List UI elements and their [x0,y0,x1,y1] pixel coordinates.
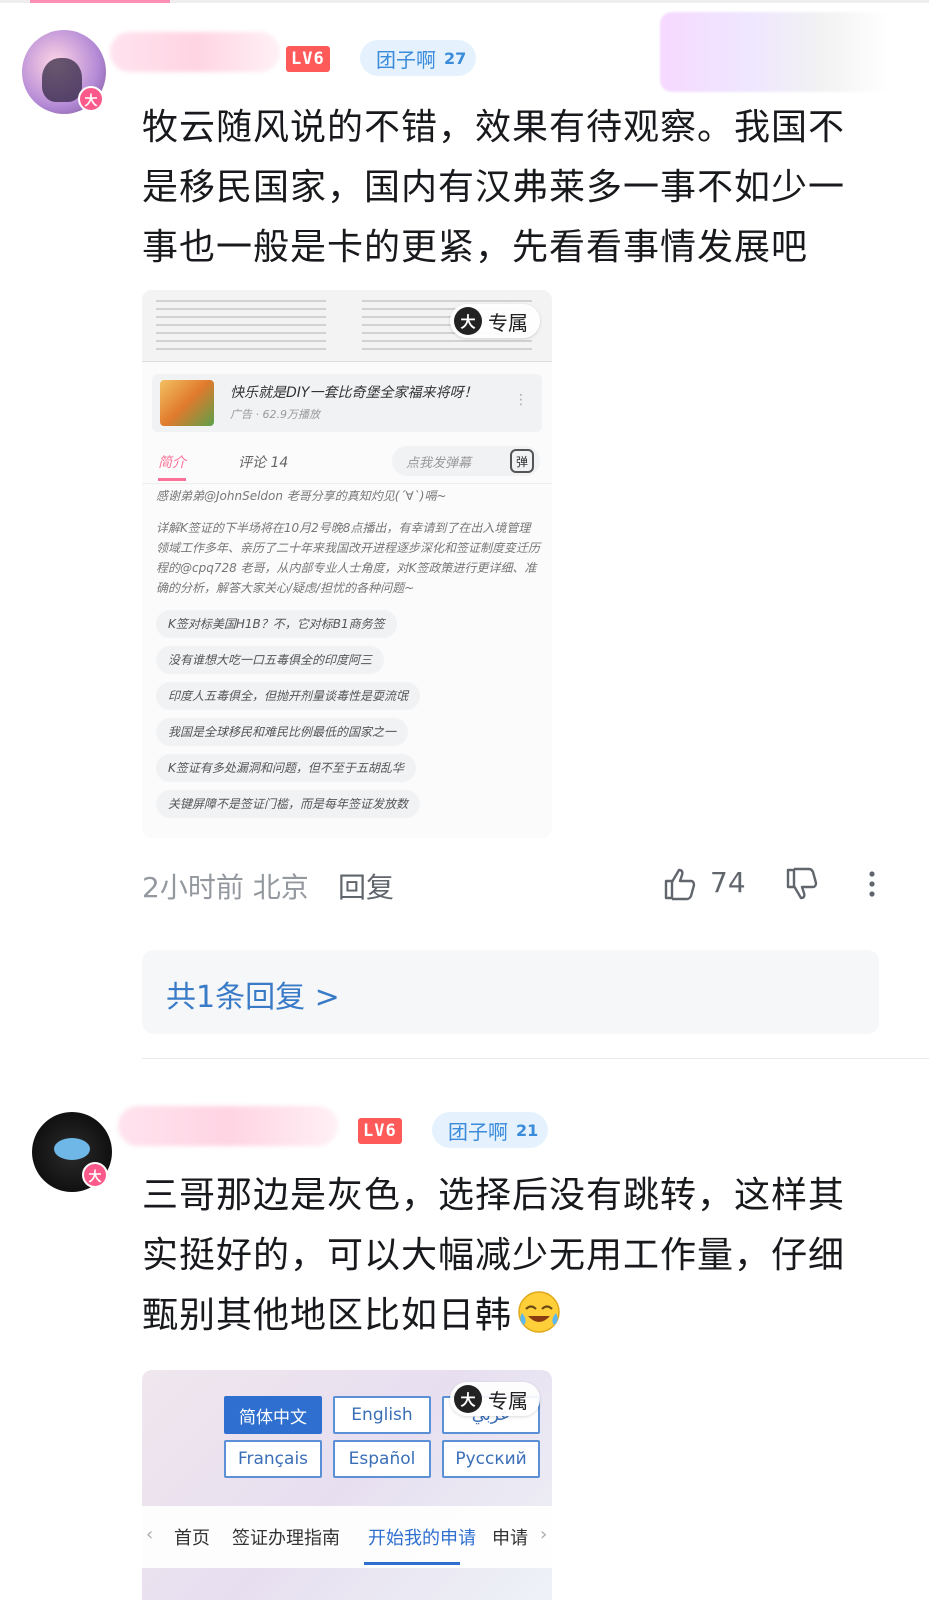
view-replies-label: 共1条回复 > [166,980,340,1015]
vip-badge-icon: 大 [78,86,104,112]
nav-item: 签证办理指南 [232,1528,340,1549]
tab-intro: 简介 [158,455,186,471]
crying-laughing-emoji-icon [518,1291,560,1333]
chapter-tag: 我国是全球移民和难民比例最低的国家之一 [156,718,409,746]
decoration-card [660,12,890,92]
nav-item: 申请 [492,1528,528,1549]
desc-line: 感谢弟弟@JohnSeldon 老哥分享的真知灼见(´∀`)嗝~ [156,489,447,503]
tab-comments: 评论 14 [238,455,289,471]
level-badge: LV6 [286,46,330,72]
comment-image[interactable]: 大 专属 快乐就是DIY一套比奇堡全家福来将呀！ 广告 · 62.9万播放 ⋮ … [142,290,552,838]
comment-text: 三哥那边是灰色，选择后没有跳转，这样其实挺好的，可以大幅减少无用工作量，仔细甄别… [142,1175,846,1336]
exclusive-label: 专属 [488,310,528,335]
nav-item: 首页 [174,1528,210,1549]
exclusive-badge: 大 专属 [450,304,540,338]
nav-item-active: 开始我的申请 [368,1528,476,1549]
lang-option: Русский [442,1440,540,1478]
big-member-icon: 大 [454,1385,482,1413]
exclusive-badge: 大 专属 [450,1382,540,1416]
fan-medal[interactable]: 团子啊 27 [360,40,477,76]
divider [142,1058,929,1059]
chapter-tag: K签证有多处漏洞和问题，但不至于五胡乱华 [156,754,416,782]
username-blurred[interactable] [110,32,280,72]
timestamp-location: 2小时前 北京 [142,871,309,904]
fan-medal-name: 团子啊 [376,47,436,72]
chevron-right-icon: › [540,1524,548,1545]
chapter-tag: 印度人五毒俱全，但抛开剂量谈毒性是耍流氓 [156,682,421,710]
thumbs-down-icon[interactable] [784,866,820,902]
username-blurred[interactable] [118,1106,338,1146]
lang-option: Español [333,1440,431,1478]
chapter-tag: 关键屏障不是签证门槛，而是每年签证发放数 [156,790,421,818]
exclusive-label: 专属 [488,1388,528,1413]
reply-button[interactable]: 回复 [338,866,394,906]
ad-title: 快乐就是DIY一套比奇堡全家福来将呀！ [230,385,478,401]
comment-image[interactable]: 简体中文 English عربي Français Español Русск… [142,1370,552,1600]
thumbs-up-icon[interactable] [662,866,698,902]
fan-medal-level: 21 [516,1120,539,1140]
chapter-tag: 没有谁想大吃一口五毒俱全的印度阿三 [156,646,385,674]
video-description: 感谢弟弟@JohnSeldon 老哥分享的真知灼见(´∀`)嗝~ 详解K签证的下… [156,486,540,598]
chevron-left-icon: ‹ [146,1524,154,1545]
site-nav: ‹ 首页 签证办理指南 开始我的申请 申请 › [142,1506,552,1568]
fan-medal-name: 团子啊 [448,1119,508,1144]
level-badge: LV6 [358,1118,402,1144]
desc-line: 详解K签证的下半场将在10月2号晚8点播出，有幸请到了在出入境管理领域工作多年、… [156,521,541,595]
lang-option: Français [224,1440,322,1478]
comment-meta: 2小时前 北京 回复 74 [142,864,882,904]
big-member-icon: 大 [454,307,482,335]
like-count: 74 [710,866,746,899]
chapter-tag: K签对标美国H1B？不，它对标B1商务签 [156,610,397,638]
more-icon: ⋮ [514,392,528,408]
comment-text: 牧云随风说的不错，效果有待观察。我国不是移民国家，国内有汉弗莱多一事不如少一事也… [142,107,846,268]
lang-option: 简体中文 [224,1396,322,1434]
lang-option: English [333,1396,431,1434]
danmu-icon: 弹 [510,449,534,473]
fan-medal-level: 27 [444,48,467,68]
more-options-icon[interactable] [864,866,880,902]
view-replies-button[interactable]: 共1条回复 > [142,950,879,1034]
danmu-input: 点我发弹幕 弹 [392,446,540,476]
top-scroll-indicator [0,0,929,3]
ad-subtitle: 广告 · 62.9万播放 [230,408,320,421]
ad-thumbnail [160,380,214,426]
ad-card: 快乐就是DIY一套比奇堡全家福来将呀！ 广告 · 62.9万播放 ⋮ [152,374,542,432]
video-tabs: 简介 评论 14 点我发弹幕 弹 [142,440,552,484]
vip-badge-icon: 大 [82,1162,108,1188]
fan-medal[interactable]: 团子啊 21 [432,1112,549,1148]
